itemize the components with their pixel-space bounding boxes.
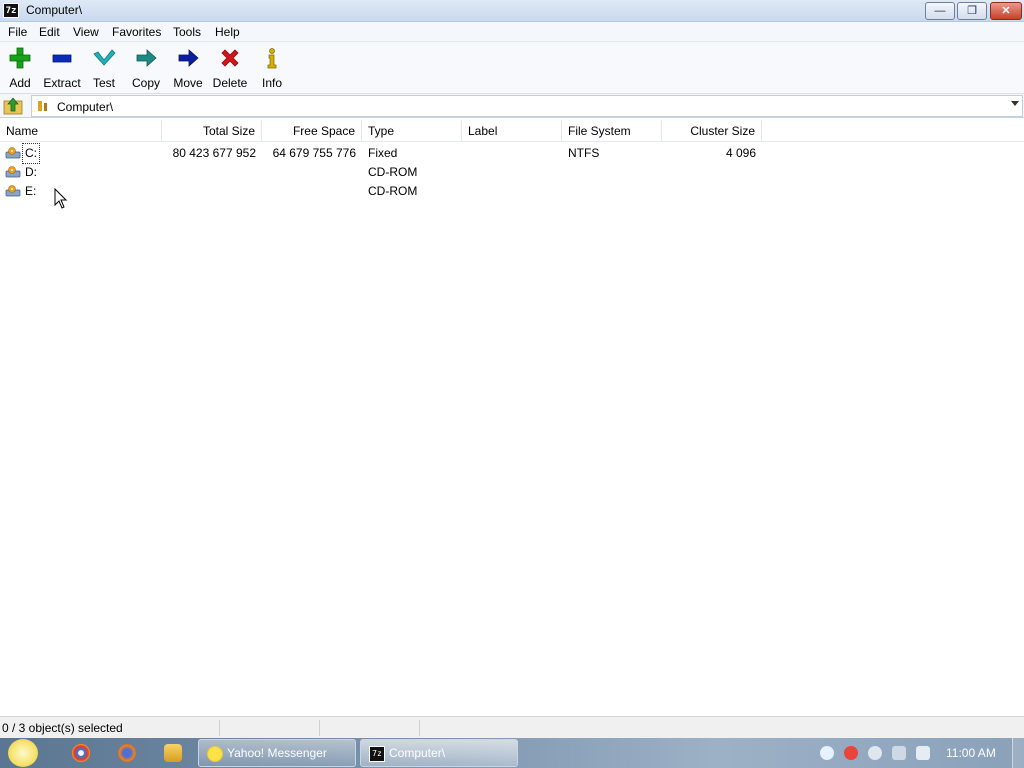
menu-edit[interactable]: Edit bbox=[39, 25, 60, 39]
firefox-icon[interactable] bbox=[118, 744, 136, 762]
taskbar-7zip-computer[interactable]: 7z Computer\ bbox=[360, 739, 518, 767]
yahoo-messenger-icon bbox=[207, 746, 223, 762]
toolbar: Add Extract Test Copy Move Delete Info bbox=[0, 42, 1024, 94]
row-name: C: bbox=[22, 143, 40, 164]
row-cluster-size: 4 096 bbox=[725, 146, 756, 160]
info-label: Info bbox=[261, 76, 282, 90]
row-file-system: NTFS bbox=[568, 146, 600, 160]
minimize-button[interactable]: — bbox=[925, 2, 955, 20]
status-divider bbox=[219, 720, 220, 736]
list-header: Name Total Size Free Space Type Label Fi… bbox=[0, 120, 1024, 142]
extract-label: Extract bbox=[43, 76, 81, 90]
row-cluster-size bbox=[662, 163, 756, 182]
delete-button[interactable]: Delete bbox=[210, 46, 250, 90]
status-divider bbox=[319, 720, 320, 736]
taskbar-yahoo-messenger[interactable]: Yahoo! Messenger bbox=[198, 739, 356, 767]
mouse-pointer-icon bbox=[54, 188, 68, 209]
cd-drive-icon bbox=[5, 166, 21, 178]
drive-icon bbox=[5, 147, 21, 159]
column-free-space[interactable]: Free Space bbox=[262, 120, 362, 142]
menu-help[interactable]: Help bbox=[215, 25, 240, 39]
computer-path-icon bbox=[38, 101, 47, 111]
add-button[interactable]: Add bbox=[0, 46, 40, 90]
window-title: Computer\ bbox=[26, 3, 83, 17]
address-field[interactable]: Computer\ bbox=[31, 95, 1023, 117]
selection-status: 0 / 3 object(s) selected bbox=[2, 721, 123, 735]
row-type: CD-ROM bbox=[368, 184, 418, 198]
column-type[interactable]: Type bbox=[362, 120, 462, 142]
maximize-button[interactable]: ❐ bbox=[957, 2, 987, 20]
close-button[interactable]: ✕ bbox=[990, 2, 1022, 20]
status-divider bbox=[419, 720, 420, 736]
plus-icon bbox=[9, 47, 31, 69]
move-arrow-icon bbox=[178, 49, 199, 67]
test-button[interactable]: Test bbox=[84, 46, 124, 90]
network-status-tray-icon[interactable] bbox=[868, 746, 882, 760]
status-bar: 0 / 3 object(s) selected bbox=[0, 716, 1024, 738]
row-free-space bbox=[262, 163, 356, 182]
table-row[interactable]: D: CD-ROM bbox=[0, 163, 1024, 182]
row-total-size bbox=[162, 182, 256, 201]
address-dropdown-icon[interactable] bbox=[1011, 101, 1019, 106]
taskbar: Yahoo! Messenger 7z Computer\ 11:00 AM bbox=[0, 738, 1024, 768]
menu-file[interactable]: File bbox=[8, 25, 27, 39]
checkmark-icon bbox=[93, 49, 116, 66]
column-total-size[interactable]: Total Size bbox=[162, 120, 262, 142]
copy-label: Copy bbox=[131, 76, 160, 90]
cd-drive-icon bbox=[5, 185, 21, 197]
volume-tray-icon[interactable] bbox=[916, 746, 930, 760]
minus-icon bbox=[52, 54, 72, 63]
row-total-size bbox=[162, 163, 256, 182]
copy-button[interactable]: Copy bbox=[126, 46, 166, 90]
menu-view[interactable]: View bbox=[73, 25, 99, 39]
chrome-icon[interactable] bbox=[72, 744, 90, 762]
row-cluster-size bbox=[662, 182, 756, 201]
table-row[interactable]: E: CD-ROM bbox=[0, 182, 1024, 201]
info-icon bbox=[267, 48, 277, 69]
row-name: D: bbox=[25, 165, 37, 179]
task-label: Computer\ bbox=[389, 746, 446, 760]
address-text: Computer\ bbox=[57, 100, 114, 114]
column-label[interactable]: Label bbox=[462, 120, 562, 142]
table-row[interactable]: C: 80 423 677 952 64 679 755 776 Fixed N… bbox=[0, 143, 1024, 164]
column-file-system[interactable]: File System bbox=[562, 120, 662, 142]
column-name[interactable]: Name bbox=[0, 120, 162, 142]
move-button[interactable]: Move bbox=[168, 46, 208, 90]
search-tray-icon[interactable] bbox=[844, 746, 858, 760]
task-label: Yahoo! Messenger bbox=[227, 746, 327, 760]
delete-label: Delete bbox=[212, 76, 248, 90]
title-bar: 7z Computer\ — ❐ ✕ bbox=[0, 0, 1024, 22]
menu-favorites[interactable]: Favorites bbox=[112, 25, 161, 39]
column-cluster-size[interactable]: Cluster Size bbox=[662, 120, 762, 142]
row-free-space: 64 679 755 776 bbox=[272, 146, 356, 160]
extract-button[interactable]: Extract bbox=[42, 46, 82, 90]
row-name: E: bbox=[25, 184, 37, 198]
add-label: Add bbox=[9, 76, 31, 90]
up-folder-icon[interactable] bbox=[3, 96, 25, 116]
start-button[interactable] bbox=[8, 739, 38, 767]
network-tray-icon[interactable] bbox=[892, 746, 906, 760]
menu-bar: File Edit View Favorites Tools Help bbox=[0, 22, 1024, 42]
copy-arrow-icon bbox=[136, 49, 157, 67]
info-button[interactable]: Info bbox=[252, 46, 292, 90]
row-total-size: 80 423 677 952 bbox=[172, 146, 256, 160]
test-label: Test bbox=[92, 76, 115, 90]
menu-tools[interactable]: Tools bbox=[173, 25, 201, 39]
clock[interactable]: 11:00 AM bbox=[946, 746, 996, 760]
row-free-space bbox=[262, 182, 356, 201]
folder-icon[interactable] bbox=[164, 744, 182, 762]
row-type: Fixed bbox=[368, 146, 398, 160]
move-label: Move bbox=[173, 76, 203, 90]
snowflake-tray-icon[interactable] bbox=[820, 746, 834, 760]
x-icon bbox=[221, 49, 239, 67]
row-type: CD-ROM bbox=[368, 165, 418, 179]
show-desktop-button[interactable] bbox=[1012, 738, 1024, 768]
app-7zip-icon: 7z bbox=[3, 3, 19, 18]
app-7zip-icon: 7z bbox=[369, 746, 385, 762]
address-bar: Computer\ bbox=[0, 94, 1024, 118]
